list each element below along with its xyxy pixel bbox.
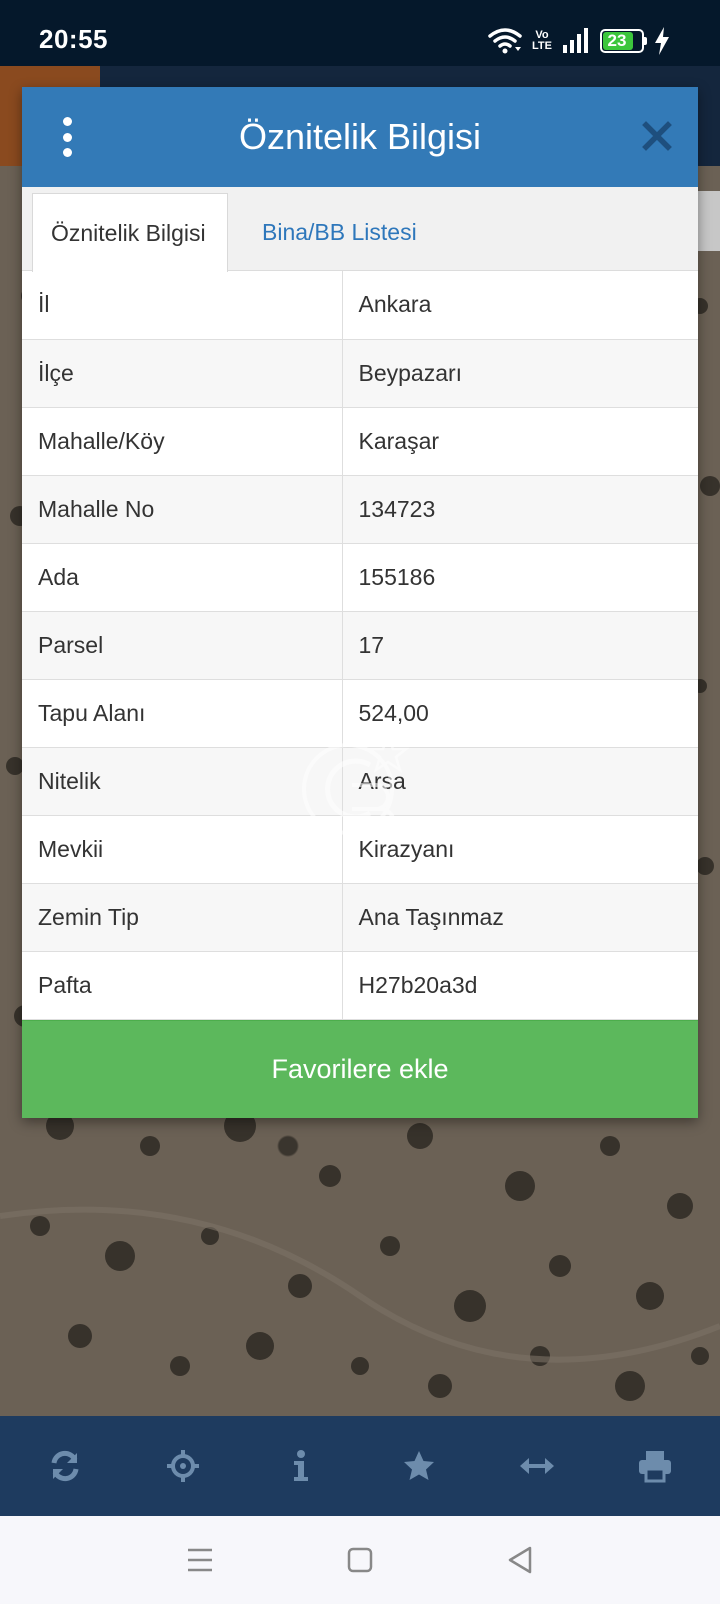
table-row: Zemin Tip Ana Taşınmaz	[22, 883, 698, 952]
crosshair-icon	[167, 1450, 199, 1482]
star-icon	[404, 1451, 434, 1480]
system-nav-bar	[0, 1516, 720, 1604]
measure-button[interactable]	[497, 1426, 577, 1506]
row-value: 17	[342, 611, 698, 680]
row-value: Ana Taşınmaz	[342, 883, 698, 952]
close-icon[interactable]	[642, 121, 672, 151]
info-icon	[294, 1450, 308, 1481]
dialog-header: Öznitelik Bilgisi	[22, 87, 698, 187]
row-key: İlçe	[22, 339, 343, 408]
signal-icon	[563, 28, 588, 53]
row-key: İl	[22, 271, 343, 340]
charging-icon	[655, 27, 669, 55]
row-key: Mahalle/Köy	[22, 407, 343, 476]
favorites-button[interactable]	[379, 1426, 459, 1506]
row-value: 155186	[342, 543, 698, 612]
menu-icon	[188, 1548, 212, 1572]
row-key: Mahalle No	[22, 475, 343, 544]
bottom-toolbar	[0, 1416, 720, 1516]
row-key: Ada	[22, 543, 343, 612]
row-value: 134723	[342, 475, 698, 544]
row-value: Karaşar	[342, 407, 698, 476]
home-button[interactable]	[340, 1540, 380, 1580]
volte-indicator: Vo LTE	[532, 30, 552, 52]
row-value: H27b20a3d	[342, 951, 698, 1020]
recent-apps-button[interactable]	[180, 1540, 220, 1580]
row-key: Pafta	[22, 951, 343, 1020]
locate-button[interactable]	[143, 1426, 223, 1506]
wifi-icon	[488, 28, 522, 54]
more-options-icon[interactable]	[56, 117, 78, 157]
measure-icon	[520, 1458, 554, 1474]
home-icon	[347, 1547, 373, 1573]
table-row: Pafta H27b20a3d	[22, 951, 698, 1020]
table-row: Ada 155186	[22, 543, 698, 612]
status-bar: 20:55 Vo LTE 23	[0, 0, 720, 66]
status-time: 20:55	[39, 24, 108, 54]
info-button[interactable]	[261, 1426, 341, 1506]
status-icons: Vo LTE 23	[488, 24, 670, 58]
attribute-table: İl Ankara İlçe Beypazarı Mahalle/Köy Karaşa…	[22, 271, 698, 1020]
refresh-icon	[51, 1450, 79, 1482]
watermark-logo-icon	[302, 735, 410, 839]
battery-indicator: 23	[600, 29, 647, 53]
tab-attribute-info[interactable]: Öznitelik Bilgisi	[32, 193, 228, 272]
tab-bar: Öznitelik Bilgisi Bina/BB Listesi	[22, 187, 698, 272]
dialog-title: Öznitelik Bilgisi	[238, 116, 482, 157]
back-icon	[508, 1546, 532, 1574]
row-key: Tapu Alanı	[22, 679, 343, 748]
refresh-button[interactable]	[25, 1426, 105, 1506]
add-to-favorites-button[interactable]: Favorilere ekle	[22, 1019, 698, 1118]
print-icon	[639, 1451, 671, 1483]
row-value: Ankara	[342, 271, 698, 340]
tab-building-list[interactable]: Bina/BB Listesi	[244, 193, 435, 271]
battery-level: 23	[607, 31, 627, 50]
table-row: Parsel 17	[22, 611, 698, 680]
row-value: Beypazarı	[342, 339, 698, 408]
attribute-dialog: Öznitelik Bilgisi Öznitelik Bilgisi Bina…	[22, 87, 698, 1118]
row-key: Zemin Tip	[22, 883, 343, 952]
row-key: Parsel	[22, 611, 343, 680]
print-button[interactable]	[615, 1426, 695, 1506]
back-button[interactable]	[500, 1540, 540, 1580]
table-row: İl Ankara	[22, 271, 698, 340]
table-row: Mahalle No 134723	[22, 475, 698, 544]
row-key: Mevkii	[22, 815, 343, 884]
table-row: Mahalle/Köy Karaşar	[22, 407, 698, 476]
table-row: İlçe Beypazarı	[22, 339, 698, 408]
row-key: Nitelik	[22, 747, 343, 816]
volte-bottom: LTE	[532, 40, 552, 52]
battery-tip	[644, 37, 647, 45]
